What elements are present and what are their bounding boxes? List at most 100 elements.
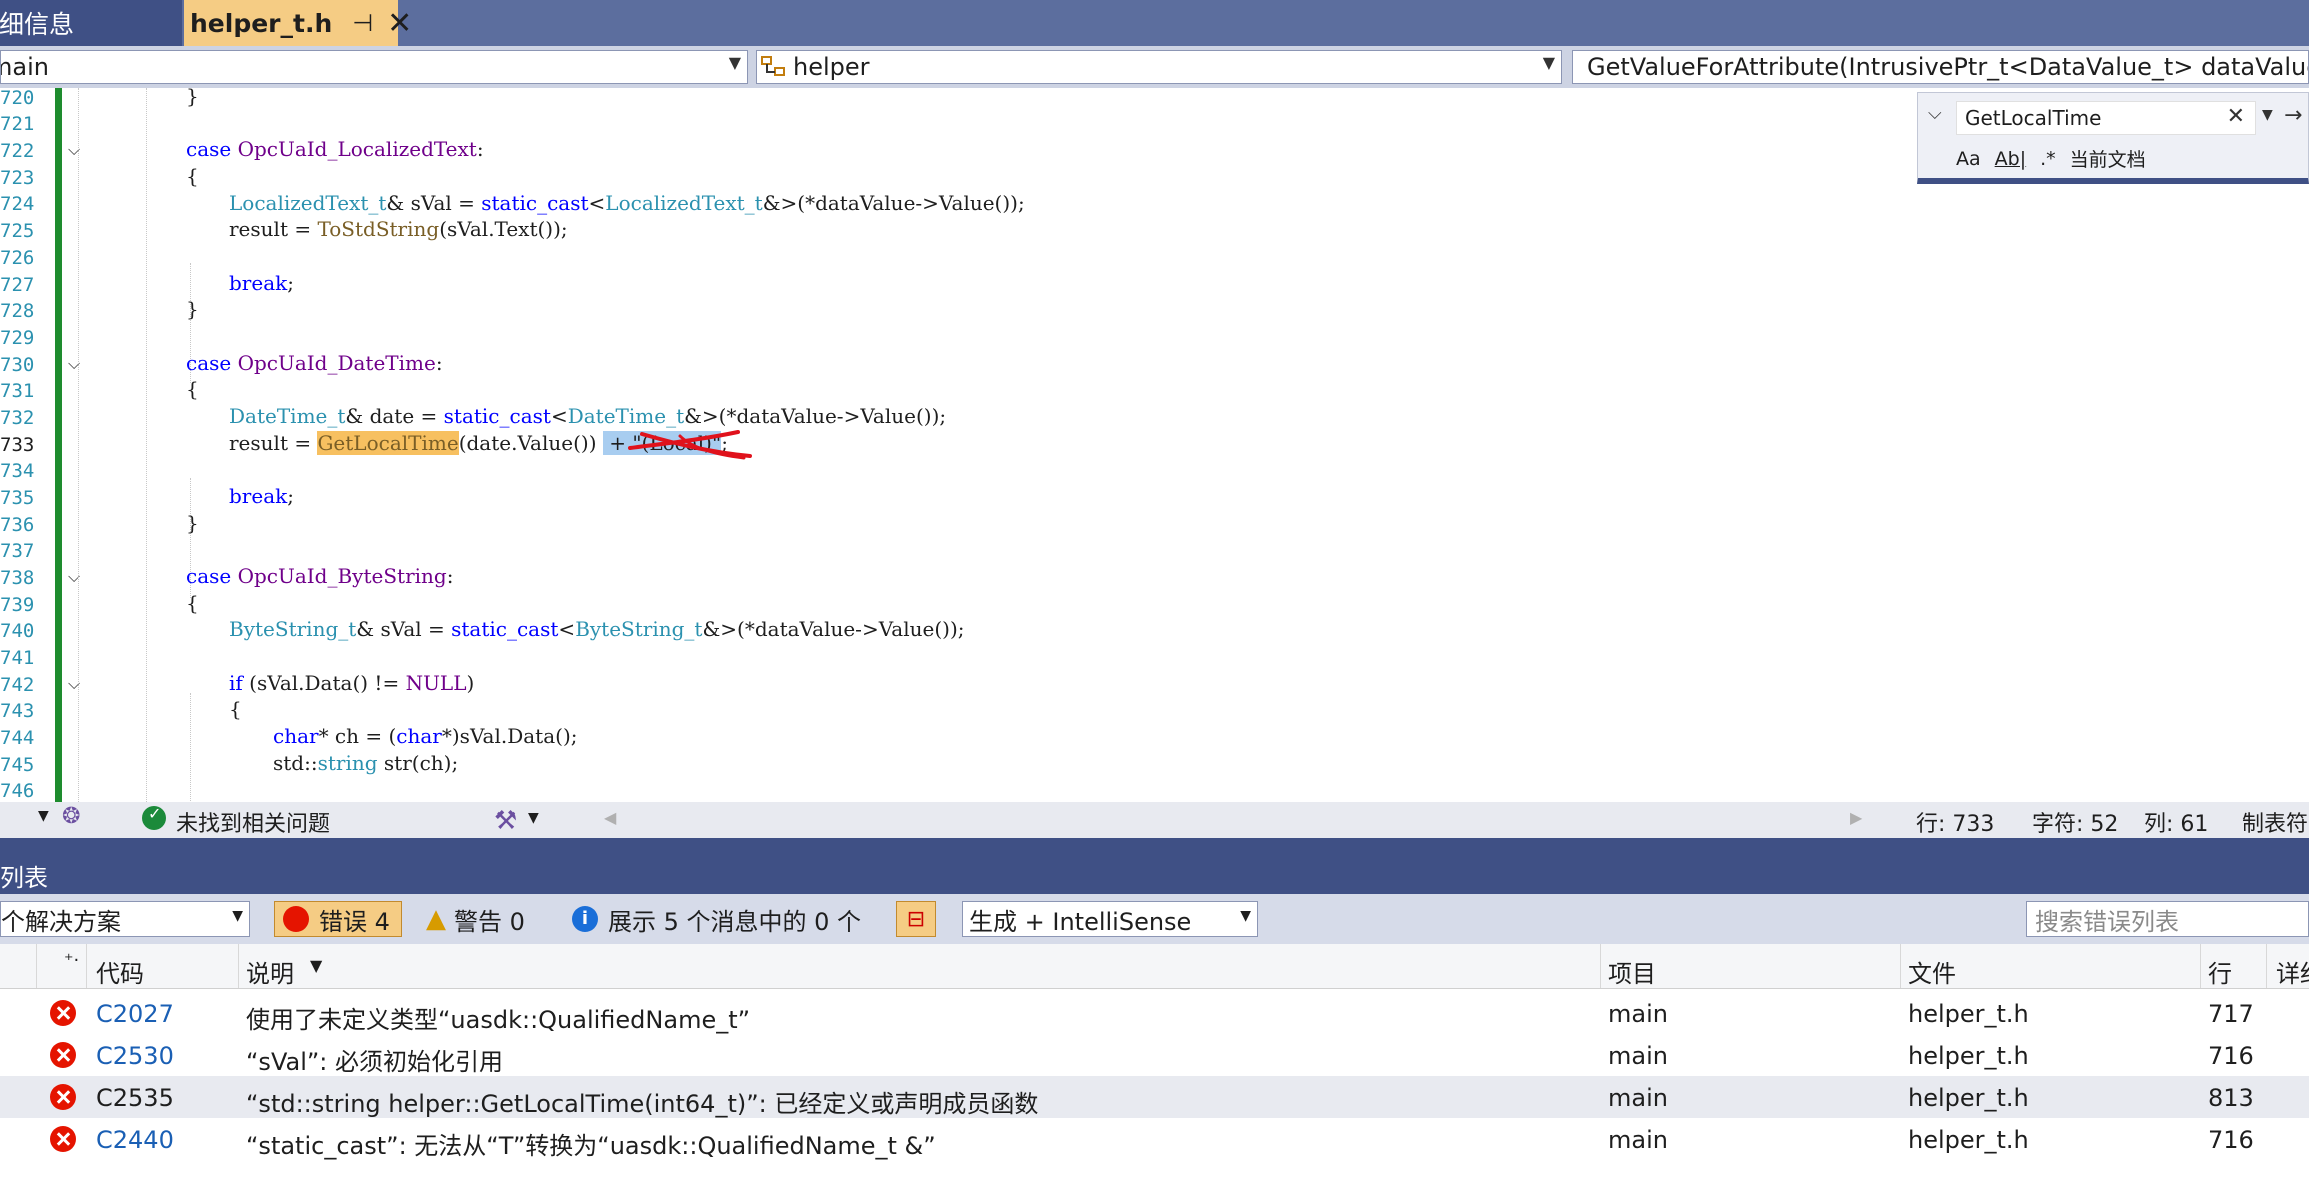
column-line[interactable]: 行 [2208,954,2232,989]
line-number: 734 [0,460,35,482]
match-case-icon[interactable]: Aa [1956,148,1981,170]
table-row[interactable]: C2530 “sVal”: 必须初始化引用 main helper_t.h 71… [0,1034,2309,1076]
table-row-selected[interactable]: C2535 “std::string helper::GetLocalTime(… [0,1076,2309,1118]
error-file: helper_t.h [1908,1042,2029,1070]
search-scope-dropdown[interactable]: 当前文档 [2070,145,2146,172]
column-code[interactable]: 代码 [96,954,144,989]
code-line: LocalizedText_t& sVal = static_cast<Loca… [229,191,1025,215]
code-editor[interactable]: 720 721 722 723 724 725 726 727 728 729 … [0,88,2309,802]
navigation-bar: main ▼ helper ▼ GetValueForAttribute(Int… [0,46,2309,88]
tab-details[interactable]: 详细信息 [0,0,182,46]
code-cleanup-chevron-icon[interactable]: ▼ [528,810,539,826]
line-number: 730 [0,354,35,376]
tabs-indicator[interactable]: 制表符 [2242,806,2308,838]
clear-search-icon[interactable]: ✕ [2227,104,2245,129]
member-dropdown[interactable]: GetValueForAttribute(IntrusivePtr_t<Data… [1572,50,2309,84]
find-widget: ⌵ GetLocalTime ✕ ▼ → Aa Ab| .* 当前文档 [1917,92,2309,184]
filter-toggle-button[interactable]: ⊟ [896,901,936,937]
error-icon [283,906,309,932]
line-number: 723 [0,167,35,189]
error-code-link[interactable]: C2027 [96,1000,174,1028]
strike-through-annotation [628,430,752,460]
class-icon [761,56,785,76]
fold-chevron-icon[interactable]: ⌵ [68,567,82,586]
member-value: GetValueForAttribute(IntrusivePtr_t<Data… [1587,53,2309,81]
error-code[interactable]: C2535 [96,1084,174,1112]
error-project: main [1608,1084,1668,1112]
error-line: 716 [2208,1126,2254,1154]
code-line: { [186,377,199,401]
line-number: 727 [0,274,35,296]
warnings-filter-button[interactable]: ▲ 警告 0 [426,901,546,937]
code-line: case OpcUaId_LocalizedText: [186,137,484,161]
check-mark-icon: ✓ [148,804,162,823]
whole-word-icon[interactable]: Ab| [1995,148,2026,170]
tab-helper-label: helper_t.h [190,8,333,38]
column-indicator[interactable]: 列: 61 [2144,806,2208,838]
project-scope-dropdown[interactable]: main ▼ [0,50,748,84]
column-project[interactable]: 项目 [1608,954,1656,989]
column-detail[interactable]: 详细 [2276,954,2309,989]
fold-chevron-icon[interactable]: ⌵ [68,354,82,373]
code-line: break; [229,484,294,508]
build-filter-dropdown[interactable]: 生成 + IntelliSense ▼ [962,901,1258,937]
tab-helper-t-h[interactable]: helper_t.h ⊣ ✕ [184,0,412,46]
code-line: case OpcUaId_ByteString: [186,564,454,588]
error-scope-dropdown[interactable]: 整个解决方案 ▼ [0,901,250,937]
error-description: “static_cast”: 无法从“T”转换为“uasdk::Qualifie… [246,1132,936,1160]
table-row[interactable]: C2027 使用了未定义类型“uasdk::QualifiedName_t” m… [0,992,2309,1034]
error-list-header: ⁺· 代码 说明 ▼ 项目 文件 行 详细 [0,944,2309,989]
errors-filter-button[interactable]: 错误 4 [274,901,402,937]
error-project: main [1608,1126,1668,1154]
issues-status[interactable]: 未找到相关问题 [176,806,330,838]
class-dropdown[interactable]: helper ▼ [756,50,1562,84]
error-file: helper_t.h [1908,1084,2029,1112]
expand-replace-chevron-icon[interactable]: ⌵ [1928,103,1942,124]
code-cleanup-brush-icon[interactable]: ⚒ [494,806,517,836]
regex-icon[interactable]: .* [2040,148,2056,170]
line-number-current: 733 [0,434,35,456]
line-number: 721 [0,113,35,135]
errors-count-label: 错误 4 [319,907,390,936]
line-number: 725 [0,220,35,242]
find-query: GetLocalTime [1965,106,2102,130]
scroll-left-icon[interactable]: ◀ [604,808,616,827]
fold-chevron-icon[interactable]: ⌵ [68,674,82,693]
find-input[interactable]: GetLocalTime ✕ [1956,101,2256,135]
warnings-count-label: 警告 0 [454,907,525,936]
column-file[interactable]: 文件 [1908,954,1956,989]
line-number: 732 [0,407,35,429]
scroll-right-icon[interactable]: ▶ [1850,808,1862,827]
error-scope-value: 整个解决方案 [0,907,121,936]
pin-icon[interactable]: ⊣ [352,9,373,37]
line-indicator[interactable]: 行: 733 [1916,806,1994,838]
zoom-dropdown-chevron-icon[interactable]: ▼ [38,808,49,824]
error-line: 717 [2208,1000,2254,1028]
error-code-link[interactable]: C2440 [96,1126,174,1154]
fold-chevron-icon[interactable]: ⌵ [68,140,82,159]
table-row[interactable]: C2440 “static_cast”: 无法从“T”转换为“uasdk::Qu… [0,1118,2309,1160]
line-number: 722 [0,140,35,162]
error-list-title-bar: 错误列表 [0,838,2309,894]
char-indicator[interactable]: 字符: 52 [2032,806,2118,838]
error-list-search-input[interactable]: 搜索错误列表 [2026,901,2309,937]
error-icon [50,1042,76,1068]
error-code-link[interactable]: C2530 [96,1042,174,1070]
messages-filter-button[interactable]: i 展示 5 个消息中的 0 个 [572,901,872,937]
error-project: main [1608,1042,1668,1070]
sort-icon[interactable]: ⁺· [64,950,79,971]
find-next-icon[interactable]: → [2284,103,2302,128]
line-number: 735 [0,487,35,509]
search-options-chevron-icon[interactable]: ▼ [2262,107,2273,123]
close-icon[interactable]: ✕ [387,6,412,41]
intellicode-icon[interactable]: ❂ [62,804,80,829]
column-description[interactable]: 说明 [246,954,294,989]
line-number: 737 [0,540,35,562]
project-scope-value: main [1,53,49,81]
document-tab-bar: 详细信息 helper_t.h ⊣ ✕ [0,0,2309,46]
chevron-down-icon: ▼ [232,908,243,924]
line-number: 745 [0,754,35,776]
messages-count-label: 展示 5 个消息中的 0 个 [608,907,862,936]
line-number: 742 [0,674,35,696]
error-list-search-placeholder: 搜索错误列表 [2035,907,2179,936]
